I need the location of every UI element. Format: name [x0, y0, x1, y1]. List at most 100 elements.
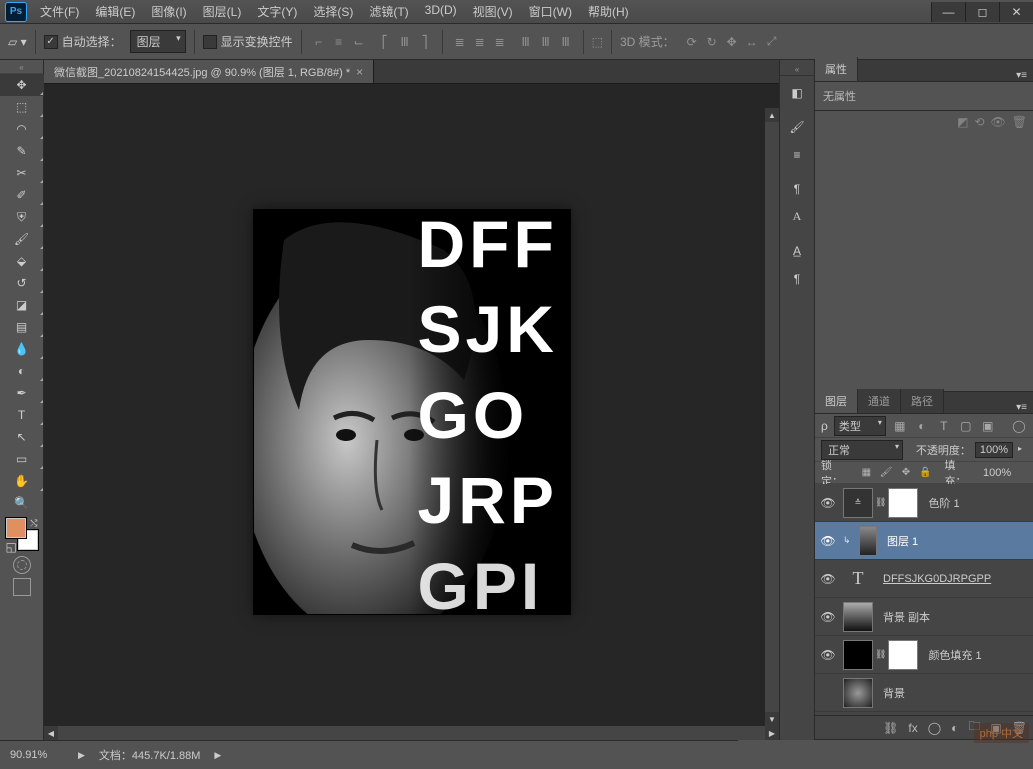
align-bottom-icon[interactable]: ⌙ — [350, 33, 368, 51]
lock-position-icon[interactable]: ✥ — [899, 466, 913, 480]
layer-thumb-levels-icon[interactable]: ≙ — [843, 488, 873, 518]
align-top-icon[interactable]: ⌐ — [310, 33, 328, 51]
layer-thumb[interactable] — [843, 678, 873, 708]
filter-shape-icon[interactable]: ▢ — [958, 418, 974, 434]
dist-4-icon[interactable]: Ⅲ — [517, 33, 535, 51]
layers-tab[interactable]: 图层 — [815, 389, 858, 413]
menu-image[interactable]: 图像(I) — [143, 0, 194, 24]
eyedropper-tool[interactable]: ✐ — [0, 184, 44, 206]
menu-select[interactable]: 选择(S) — [305, 0, 361, 24]
menu-window[interactable]: 窗口(W) — [521, 0, 580, 24]
eye-icon[interactable]: 👁 — [991, 115, 1006, 129]
filter-toggle-icon[interactable]: ◯ — [1011, 418, 1027, 434]
align-hcenter-icon[interactable]: Ⅲ — [396, 33, 414, 51]
screen-mode-toggle[interactable] — [13, 578, 31, 596]
lasso-tool[interactable]: ◠ — [0, 118, 44, 140]
menu-type[interactable]: 文字(Y) — [249, 0, 305, 24]
dist-5-icon[interactable]: Ⅲ — [537, 33, 555, 51]
layer-name[interactable]: 颜色填充 1 — [924, 647, 981, 663]
add-mask-icon[interactable]: ◯ — [928, 721, 941, 735]
dist-6-icon[interactable]: Ⅲ — [557, 33, 575, 51]
brush-presets-panel-icon[interactable]: ≡ — [783, 142, 811, 168]
fill-value[interactable]: 100% — [983, 467, 1011, 479]
layer-row[interactable]: 👁 ≙ ⛓ 色阶 1 — [815, 484, 1033, 522]
default-colors-icon[interactable]: ◱ — [6, 540, 16, 550]
info-arrow-icon[interactable]: ▶ — [214, 750, 221, 761]
menu-layer[interactable]: 图层(L) — [195, 0, 250, 24]
scroll-track[interactable] — [58, 726, 765, 740]
layer-fx-icon[interactable]: fx — [908, 721, 917, 735]
paragraph-styles-icon[interactable]: ¶ — [783, 266, 811, 292]
brush-panel-icon[interactable]: 🖌 — [783, 114, 811, 140]
layer-name[interactable]: 背景 — [879, 685, 905, 701]
clip-icon[interactable]: ◩ — [957, 115, 968, 129]
layer-list[interactable]: 👁 ≙ ⛓ 色阶 1 👁 ↳ 图层 1 — [815, 484, 1033, 715]
foreground-color-swatch[interactable] — [6, 518, 26, 538]
menu-filter[interactable]: 滤镜(T) — [361, 0, 416, 24]
brush-tool[interactable]: 🖌 — [0, 228, 44, 250]
auto-select-target-dropdown[interactable]: 图层 — [130, 30, 186, 53]
menu-3d[interactable]: 3D(D) — [417, 0, 465, 24]
lock-all-icon[interactable]: 🔒 — [919, 466, 933, 480]
quick-mask-toggle[interactable] — [13, 556, 31, 574]
layer-thumb-fill-icon[interactable] — [843, 640, 873, 670]
layer-row[interactable]: 👁 ↳ 图层 1 — [815, 522, 1033, 560]
blend-mode-dropdown[interactable]: 正常 — [821, 440, 903, 460]
visibility-toggle-icon[interactable]: 👁 — [819, 496, 837, 510]
layer-row[interactable]: 👁 背景 副本 — [815, 598, 1033, 636]
align-right-icon[interactable]: ⎤ — [416, 33, 434, 51]
paths-tab[interactable]: 路径 — [901, 389, 944, 413]
opacity-value[interactable]: 100% — [975, 442, 1013, 458]
scroll-left-icon[interactable]: ◀ — [44, 726, 58, 740]
quick-select-tool[interactable]: ✎ — [0, 140, 44, 162]
window-maximize-button[interactable]: ◻ — [965, 2, 999, 22]
visibility-toggle-icon[interactable]: 👁 — [819, 610, 837, 624]
canvas[interactable]: DFF SJK GO JRP GPI — [254, 210, 570, 614]
dock-collapse-icon[interactable]: « — [780, 64, 814, 76]
character-panel-icon[interactable]: A — [783, 204, 811, 230]
window-minimize-button[interactable]: — — [931, 2, 965, 22]
document-tab[interactable]: 微信截图_20210824154425.jpg @ 90.9% (图层 1, R… — [44, 60, 374, 83]
visibility-toggle-icon[interactable]: 👁 — [819, 572, 837, 586]
link-icon[interactable]: ⛓ — [875, 497, 886, 508]
visibility-toggle-icon[interactable]: 👁 — [819, 648, 837, 662]
type-tool[interactable]: T — [0, 404, 44, 426]
panel-menu-icon[interactable]: ▾≡ — [1010, 70, 1033, 81]
lock-transparency-icon[interactable]: ▦ — [859, 466, 873, 480]
stamp-tool[interactable]: ⬙ — [0, 250, 44, 272]
marquee-tool[interactable]: ⬚ — [0, 96, 44, 118]
visibility-toggle-icon[interactable]: 👁 — [819, 534, 837, 548]
move-tool[interactable]: ✥ — [0, 74, 44, 96]
dist-1-icon[interactable]: ≣ — [451, 33, 469, 51]
filter-adjust-icon[interactable]: ◐ — [914, 418, 930, 434]
menu-file[interactable]: 文件(F) — [32, 0, 87, 24]
properties-tab[interactable]: 属性 — [815, 57, 858, 81]
layer-thumb[interactable] — [843, 602, 873, 632]
color-picker[interactable]: ⤭ ◱ — [6, 518, 38, 550]
paragraph-panel-icon[interactable]: ¶ — [783, 176, 811, 202]
pen-tool[interactable]: ✒ — [0, 382, 44, 404]
swap-colors-icon[interactable]: ⤭ — [30, 518, 37, 529]
healing-tool[interactable]: ⛨ — [0, 206, 44, 228]
link-icon[interactable]: ⛓ — [875, 649, 886, 660]
tool-preset-icon[interactable]: ▱ ▾ — [8, 35, 27, 49]
show-transform-checkbox[interactable]: 显示变换控件 — [203, 33, 293, 50]
dodge-tool[interactable]: ◐ — [0, 360, 44, 382]
new-adjustment-icon[interactable]: ◐ — [951, 721, 958, 735]
layer-thumb[interactable] — [859, 526, 877, 556]
zoom-arrow-icon[interactable]: ▶ — [78, 750, 85, 761]
adjustments-panel-icon[interactable]: ◧ — [783, 80, 811, 106]
hand-tool[interactable]: ✋ — [0, 470, 44, 492]
link-layers-icon[interactable]: ⛓ — [883, 721, 898, 735]
filter-kind-dropdown[interactable]: 类型 — [834, 416, 886, 436]
dist-3-icon[interactable]: ≣ — [491, 33, 509, 51]
layer-name[interactable]: 图层 1 — [883, 533, 918, 549]
layer-mask-thumb[interactable] — [888, 488, 918, 518]
scroll-right-icon[interactable]: ▶ — [765, 726, 779, 740]
filter-pixel-icon[interactable]: ▦ — [892, 418, 908, 434]
filter-type-icon[interactable]: T — [936, 418, 952, 434]
align-vcenter-icon[interactable]: ≡ — [330, 33, 348, 51]
menu-view[interactable]: 视图(V) — [465, 0, 521, 24]
toolbox-collapse-icon[interactable]: « — [0, 62, 43, 74]
3d-zoom-icon[interactable]: ⤢ — [763, 33, 781, 51]
